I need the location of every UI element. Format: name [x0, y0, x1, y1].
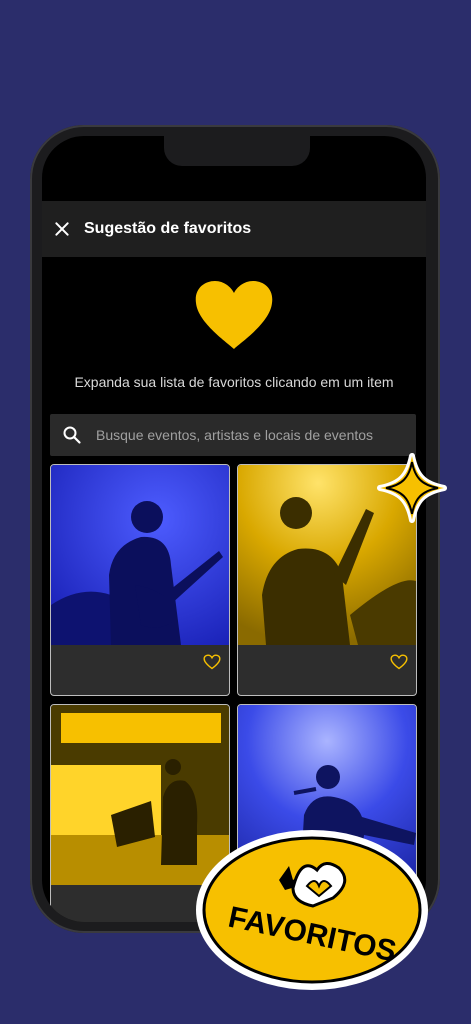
search-icon: [63, 426, 81, 444]
phone-screen: Sugestão de favoritos Expanda sua lista …: [42, 136, 426, 922]
favoritos-sticker: FAVORITOS: [193, 826, 431, 994]
card-footer: [238, 645, 416, 695]
search-bar[interactable]: [50, 414, 416, 456]
app-bar: Sugestão de favoritos: [42, 201, 426, 257]
intro-text: Expanda sua lista de favoritos clicando …: [74, 374, 394, 390]
heart-icon: [195, 281, 273, 349]
phone-notch: [164, 136, 310, 166]
page-title: Sugestão de favoritos: [84, 220, 252, 237]
suggestion-card-guitarist-blue[interactable]: [50, 464, 230, 696]
heart-outline-icon[interactable]: [390, 654, 408, 670]
sparkle-icon: [377, 453, 447, 523]
card-footer: [51, 645, 229, 695]
heart-outline-icon[interactable]: [203, 654, 221, 670]
close-icon[interactable]: [52, 219, 72, 239]
card-image: [51, 465, 229, 645]
search-input[interactable]: [94, 426, 398, 444]
